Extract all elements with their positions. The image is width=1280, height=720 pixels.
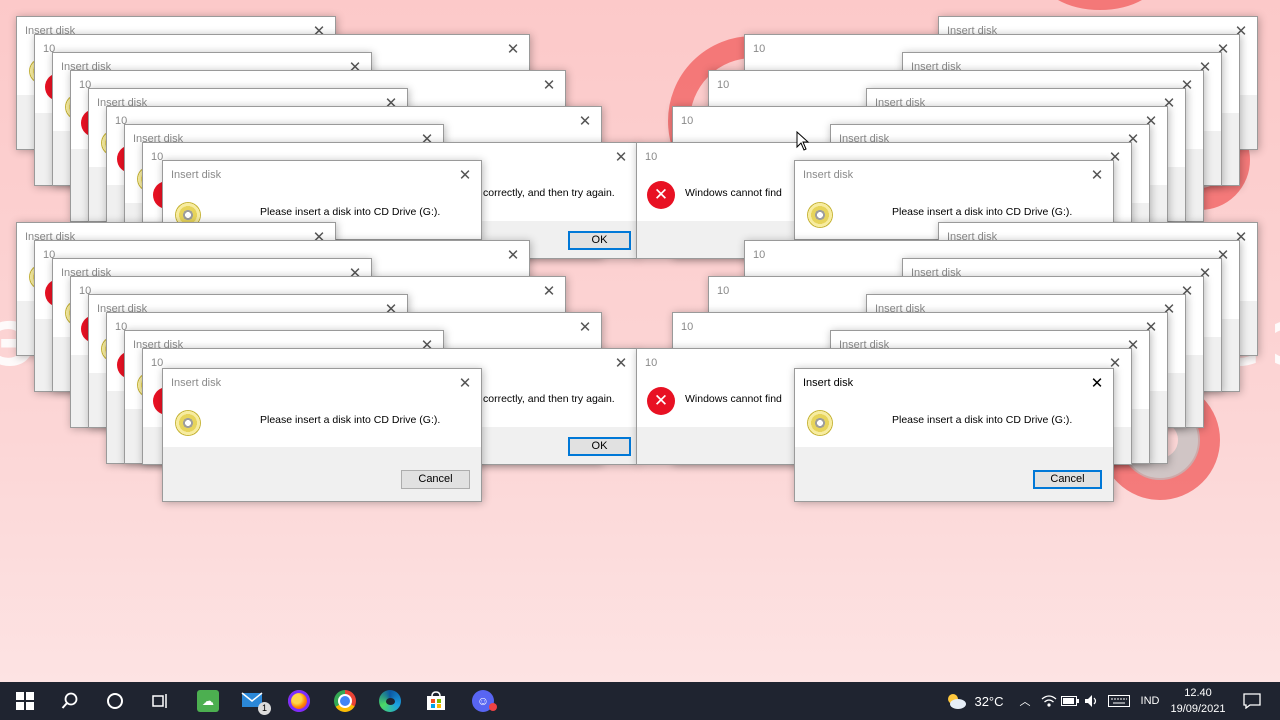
dialog-title: 10 [753, 249, 766, 261]
dialog-title: 10 [645, 151, 658, 163]
wifi-icon[interactable] [1039, 682, 1059, 720]
task-view-icon[interactable] [138, 682, 182, 720]
dialog-message: Please insert a disk into CD Drive (G:). [892, 206, 1073, 218]
language-indicator[interactable]: IND [1137, 682, 1163, 720]
dialog-message: correctly, and then try again. [483, 187, 615, 199]
title-bar[interactable]: Insert disk ✕ [795, 369, 1113, 399]
keyboard-icon[interactable] [1106, 682, 1132, 720]
title-bar[interactable]: Insert disk ✕ [163, 161, 481, 191]
taskbar: ☁ 1 ☺ 32°C ︿ IND 12.40 19/09/2021 [0, 682, 1280, 720]
dialog-title: 10 [753, 43, 766, 55]
notification-icon[interactable] [1238, 682, 1266, 720]
close-icon[interactable]: ✕ [605, 143, 637, 173]
clock-time: 12.40 [1184, 687, 1212, 699]
close-icon[interactable]: ✕ [569, 313, 601, 343]
dialog-message: Please insert a disk into CD Drive (G:). [260, 414, 441, 426]
volume-icon[interactable] [1082, 682, 1102, 720]
mouse-cursor-icon [796, 131, 810, 151]
cortana-icon[interactable] [93, 682, 137, 720]
cancel-button[interactable]: Cancel [1033, 470, 1102, 489]
search-icon[interactable] [48, 682, 92, 720]
ok-button[interactable]: OK [568, 231, 631, 250]
dialog-message: Please insert a disk into CD Drive (G:). [892, 414, 1073, 426]
close-icon[interactable]: ✕ [1081, 161, 1113, 191]
close-icon[interactable]: ✕ [449, 369, 481, 399]
insert-disk-dialog-active: Insert disk ✕ Please insert a disk into C… [794, 368, 1114, 502]
close-icon[interactable]: ✕ [497, 35, 529, 65]
mail-icon[interactable]: 1 [232, 682, 276, 720]
title-bar[interactable]: Insert disk ✕ [163, 369, 481, 399]
green-app-icon[interactable]: ☁ [186, 682, 230, 720]
cd-disc-icon [175, 410, 201, 436]
clock[interactable]: 12.40 19/09/2021 [1168, 685, 1228, 717]
cancel-button[interactable]: Cancel [401, 470, 470, 489]
firefox-icon[interactable] [277, 682, 321, 720]
error-icon: ✕ [647, 387, 675, 415]
ok-button[interactable]: OK [568, 437, 631, 456]
dialog-message: correctly, and then try again. [483, 393, 615, 405]
edge-icon[interactable] [368, 682, 412, 720]
close-icon[interactable]: ✕ [533, 71, 565, 101]
dialog-title: 10 [717, 285, 730, 297]
dialog-title: Insert disk [171, 377, 222, 389]
dialog-title: Insert disk [803, 169, 854, 181]
cd-disc-icon [807, 410, 833, 436]
dialog-title: 10 [645, 357, 658, 369]
insert-disk-dialog: Insert disk ✕ Please insert a disk into C… [162, 368, 482, 502]
mail-badge: 1 [258, 702, 271, 715]
cd-disc-icon [807, 202, 833, 228]
close-icon[interactable]: ✕ [605, 349, 637, 379]
dialog-title: 10 [717, 79, 730, 91]
clock-date: 19/09/2021 [1170, 703, 1226, 715]
close-icon[interactable]: ✕ [569, 107, 601, 137]
error-icon: ✕ [647, 181, 675, 209]
notification-dot-icon [489, 703, 497, 711]
chevron-up-icon[interactable]: ︿ [1015, 682, 1035, 720]
dialog-title: 10 [681, 321, 694, 333]
close-icon[interactable]: ✕ [533, 277, 565, 307]
close-icon[interactable]: ✕ [1081, 369, 1113, 399]
weather-icon[interactable] [944, 682, 968, 720]
close-icon[interactable]: ✕ [497, 241, 529, 271]
dialog-message: Please insert a disk into CD Drive (G:). [260, 206, 441, 218]
dialog-title: Insert disk [803, 377, 854, 389]
dialog-title: 10 [681, 115, 694, 127]
dialog-title: Insert disk [171, 169, 222, 181]
close-icon[interactable]: ✕ [449, 161, 481, 191]
title-bar[interactable]: Insert disk ✕ [795, 161, 1113, 191]
store-icon[interactable] [414, 682, 458, 720]
weather-temp[interactable]: 32°C [970, 682, 1008, 720]
dialog-message: Windows cannot find [685, 187, 782, 199]
dialog-message: Windows cannot find [685, 393, 782, 405]
battery-icon[interactable] [1060, 682, 1080, 720]
chrome-icon[interactable] [323, 682, 367, 720]
discord-icon[interactable]: ☺ [461, 682, 505, 720]
start-icon[interactable] [3, 682, 47, 720]
wallpaper-ring [1040, 0, 1160, 10]
